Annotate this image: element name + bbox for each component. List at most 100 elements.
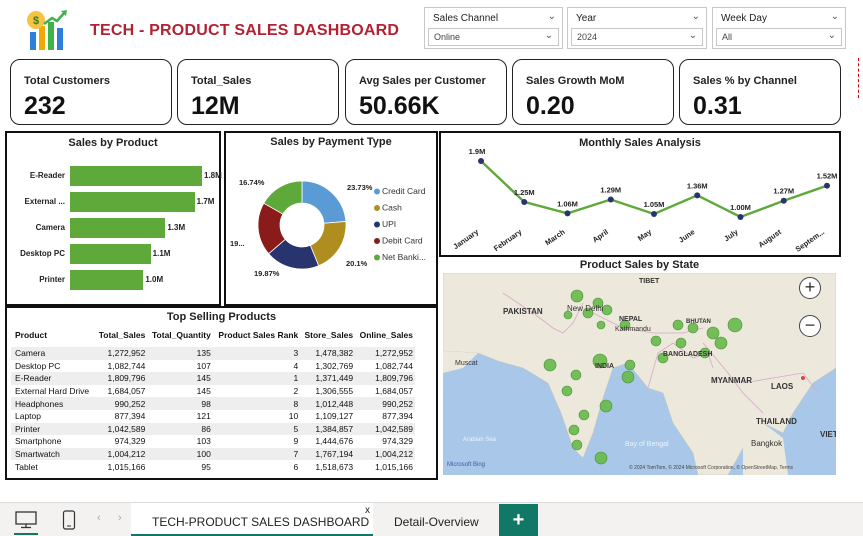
slice-data-label: 19... — [230, 239, 245, 248]
kpi-label: Sales % by Channel — [693, 75, 797, 87]
year-dropdown[interactable]: 2024 ⌄ — [571, 28, 703, 46]
table-cell: 974,329 — [114, 436, 146, 447]
chevron-down-icon[interactable]: ⌄ — [828, 30, 836, 41]
x-tick-label: February — [492, 227, 524, 253]
x-tick-label: April — [591, 227, 610, 244]
table-title: Top Selling Products — [166, 311, 277, 323]
table-cell: Tablet — [15, 461, 38, 472]
bar-data-label: 1.3M — [167, 223, 186, 232]
year-slicer[interactable]: Year ⌄ 2024 ⌄ — [567, 7, 707, 49]
x-tick-label: March — [543, 227, 567, 247]
tab-tech-product-sales-dashboard[interactable]: TECH-PRODUCT SALES DASHBOARD x — [131, 503, 373, 536]
col-header[interactable]: Product — [11, 326, 95, 347]
table-cell: Headphones — [11, 397, 95, 410]
mobile-view-icon[interactable] — [62, 510, 76, 530]
donut-slice[interactable] — [301, 180, 347, 224]
table-row[interactable]: E-Reader 1,809,796 145 1 1,371,449 1,809,796 — [11, 372, 415, 385]
col-header[interactable]: Total_Sales — [95, 326, 148, 347]
table-cell: 1,306,555 — [315, 386, 354, 397]
bar[interactable] — [70, 218, 166, 238]
col-header[interactable]: Store_Sales — [300, 326, 355, 347]
table-row[interactable]: Smartphone 974,329 103 9 1,444,676 974,329 — [11, 435, 415, 448]
tab-detail-overview[interactable]: Detail-Overview — [373, 503, 498, 536]
legend-label: Debit Card — [382, 236, 423, 246]
point-data-label: 1.29M — [600, 186, 621, 195]
bing-logo: Microsoft Bing — [447, 462, 486, 468]
map-place-label: TIBET — [639, 278, 660, 285]
col-header[interactable]: Product Sales Rank — [213, 326, 300, 347]
desktop-view-icon[interactable] — [15, 511, 37, 529]
sales-channel-slicer[interactable]: Sales Channel ⌄ Online ⌄ — [424, 7, 563, 49]
sales-logo-icon: $ — [27, 10, 67, 50]
legend-label: Net Banki... — [382, 252, 426, 262]
table-cell: 1,109,127 — [315, 411, 354, 422]
col-header[interactable]: Total_Quantity — [147, 326, 213, 347]
table-row[interactable]: Tablet 1,015,166 95 6 1,518,673 1,015,166 — [11, 460, 415, 473]
bar-category-label: External ... — [24, 197, 65, 206]
top-selling-products-table[interactable]: Top Selling Products Product Total_Sales… — [5, 306, 438, 480]
table-cell: External Hard Drive — [15, 386, 90, 397]
point-data-label: 1.52M — [817, 172, 838, 181]
table-cell: 1,809,796 — [355, 372, 415, 385]
sales-channel-dropdown[interactable]: Online ⌄ — [428, 28, 559, 46]
edge-marker — [858, 58, 861, 98]
table-cell: 100 — [147, 447, 213, 461]
chevron-down-icon[interactable]: ⌄ — [831, 11, 839, 22]
chevron-left-icon[interactable]: ‹ — [97, 512, 101, 524]
x-tick-label: May — [636, 227, 654, 243]
table-cell: 1,767,194 — [300, 447, 356, 461]
bar[interactable] — [70, 192, 195, 212]
table-row[interactable]: Desktop PC 1,082,744 107 4 1,302,769 1,082,74… — [11, 360, 415, 373]
bar[interactable] — [70, 270, 144, 290]
table-cell: 6 — [293, 461, 299, 472]
chevron-down-icon[interactable]: ⌄ — [689, 30, 697, 41]
x-tick-label: Septem... — [794, 227, 826, 253]
table-cell: 1,684,057 — [107, 386, 146, 397]
table-row[interactable]: Camera 1,272,952 135 3 1,478,382 1,272,952 — [11, 347, 415, 360]
chevron-down-icon[interactable]: ⌄ — [545, 30, 553, 41]
chevron-down-icon[interactable]: ⌄ — [692, 11, 700, 22]
chevron-down-icon[interactable]: ⌄ — [548, 11, 556, 22]
table-cell: 135 — [147, 347, 213, 360]
table-cell: 7 — [212, 447, 301, 461]
week-day-slicer[interactable]: Week Day ⌄ All ⌄ — [712, 7, 846, 49]
table-cell: 95 — [201, 461, 211, 472]
bar-data-label: 1.1M — [152, 249, 171, 258]
monthly-sales-chart[interactable]: Monthly Sales Analysis 1.9M January 1.25M F… — [439, 131, 841, 257]
bar[interactable] — [70, 244, 151, 264]
table-row[interactable]: Headphones 990,252 98 8 1,012,448 990,252 — [11, 397, 415, 410]
table-row[interactable]: Laptop 877,394 121 10 1,109,127 877,394 — [11, 410, 415, 423]
bar[interactable] — [70, 166, 202, 186]
col-header[interactable]: Online_Sales — [355, 326, 415, 347]
table-cell: 1,384,857 — [300, 422, 356, 436]
bar-plot-area: E-Reader 1.8M External ... 1.7M Camera 1.3M De… — [7, 133, 222, 304]
table-cell: 2 — [293, 386, 299, 397]
table-cell: 1,684,057 — [375, 386, 413, 397]
table-row[interactable]: External Hard Drive 1,684,057 145 2 1,306,55… — [11, 385, 415, 398]
line-plot: 1.9M January 1.25M February 1.06M March 1.29M A… — [451, 147, 838, 254]
zoom-out-button[interactable]: − — [799, 315, 821, 337]
close-icon[interactable]: x — [365, 505, 370, 516]
sales-by-product-chart[interactable]: Sales by Product E-Reader 1.8M External ..… — [5, 131, 222, 306]
product-sales-map[interactable]: PAKISTAN TIBET New Delhi Kathmandu NEPAL BHUT… — [443, 273, 836, 475]
chevron-right-icon[interactable]: › — [118, 512, 122, 524]
x-tick-label: August — [757, 227, 784, 249]
table-cell: 145 — [147, 372, 213, 385]
table-row[interactable]: Printer 1,042,589 86 5 1,384,857 1,042,589 — [11, 422, 415, 436]
zoom-in-button[interactable]: + — [799, 277, 821, 299]
legend-marker — [374, 254, 380, 261]
legend-marker — [374, 238, 380, 244]
week-day-dropdown[interactable]: All ⌄ — [716, 28, 842, 46]
bar-data-label: 1.7M — [196, 197, 215, 206]
map-attribution[interactable]: © 2024 TomTom, © 2024 Microsoft Corporat… — [629, 465, 793, 471]
x-tick-label: June — [677, 227, 697, 244]
table-row[interactable]: Smartwatch 1,004,212 100 7 1,767,194 1,004,21… — [11, 447, 415, 461]
table-cell: 86 — [147, 422, 213, 436]
kpi-value: 12M — [191, 92, 240, 120]
week-day-label: Week Day — [721, 13, 767, 24]
sales-by-payment-type-chart[interactable]: Sales by Payment Type 23.73% 20.1% 19.87% 1… — [224, 131, 438, 306]
table-cell: 1,272,952 — [355, 347, 415, 360]
kpi-total-sales: Total_Sales 12M — [177, 59, 339, 125]
add-page-button[interactable]: + — [499, 504, 538, 536]
table-cell: 145 — [196, 386, 211, 397]
